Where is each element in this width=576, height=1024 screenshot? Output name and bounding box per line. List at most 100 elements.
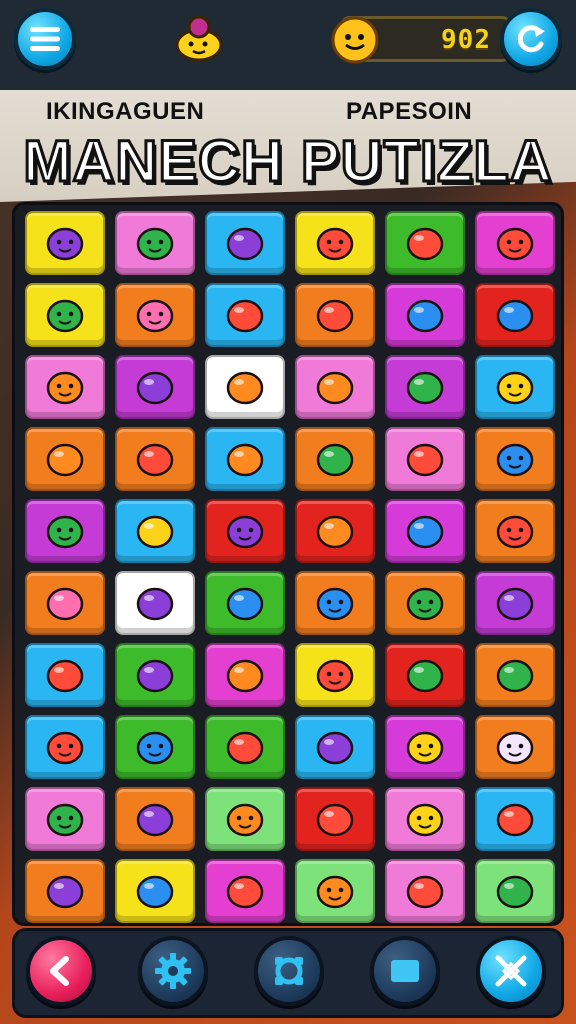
top-bar: 902: [0, 0, 576, 82]
tile-r2-c2[interactable]: [115, 283, 195, 347]
teal-monster-face-icon: [46, 515, 84, 549]
tile-r2-c3[interactable]: [205, 283, 285, 347]
red-berry-icon: [316, 803, 354, 837]
tile-r5-c6[interactable]: [475, 499, 555, 563]
tile-r4-c4[interactable]: [295, 427, 375, 491]
tile-r1-c5[interactable]: [385, 211, 465, 275]
green-pear-icon: [496, 875, 534, 909]
tile-r8-c5[interactable]: [385, 715, 465, 779]
tile-r4-c1[interactable]: [25, 427, 105, 491]
game-title: MANECH PUTIZLA: [22, 128, 554, 196]
settings-button[interactable]: [138, 936, 208, 1006]
orange-fruit-icon: [316, 515, 354, 549]
green-hat-cat-icon: [46, 299, 84, 333]
tile-r4-c6[interactable]: [475, 427, 555, 491]
tile-r2-c1[interactable]: [25, 283, 105, 347]
tile-r1-c1[interactable]: [25, 211, 105, 275]
tile-r6-c5[interactable]: [385, 571, 465, 635]
tile-r5-c2[interactable]: [115, 499, 195, 563]
green-leaf-icon: [406, 371, 444, 405]
tile-r1-c2[interactable]: [115, 211, 195, 275]
back-arrow-icon: [50, 956, 69, 986]
purple-blob-face-icon: [46, 227, 84, 261]
swap-button[interactable]: [254, 936, 324, 1006]
white-star-face-icon: [496, 731, 534, 765]
bandana-cat-icon: [496, 227, 534, 261]
stop-button[interactable]: [370, 936, 440, 1006]
tile-r9-c6[interactable]: [475, 787, 555, 851]
menu-button[interactable]: [14, 8, 76, 70]
tile-r8-c1[interactable]: [25, 715, 105, 779]
tile-r3-c3[interactable]: [205, 355, 285, 419]
yellow-chick-face-icon: [496, 371, 534, 405]
tile-r5-c3[interactable]: [205, 499, 285, 563]
pizza-slice-icon: [406, 443, 444, 477]
tile-r6-c6[interactable]: [475, 571, 555, 635]
tile-r5-c4[interactable]: [295, 499, 375, 563]
tile-r6-c1[interactable]: [25, 571, 105, 635]
swap-ring-icon: [275, 957, 303, 985]
tile-r9-c2[interactable]: [115, 787, 195, 851]
tile-r6-c3[interactable]: [205, 571, 285, 635]
tile-r8-c4[interactable]: [295, 715, 375, 779]
smiley-coin-icon: [328, 12, 384, 68]
tile-r10-c4[interactable]: [295, 859, 375, 923]
tile-r8-c3[interactable]: [205, 715, 285, 779]
tile-r6-c2[interactable]: [115, 571, 195, 635]
tile-r3-c2[interactable]: [115, 355, 195, 419]
tile-r9-c4[interactable]: [295, 787, 375, 851]
tile-r2-c6[interactable]: [475, 283, 555, 347]
orange-smile-face-icon: [46, 371, 84, 405]
tile-r7-c1[interactable]: [25, 643, 105, 707]
tile-r10-c3[interactable]: [205, 859, 285, 923]
red-ball-face-icon: [316, 227, 354, 261]
tile-r8-c6[interactable]: [475, 715, 555, 779]
blue-bubble-icon: [226, 587, 264, 621]
red-fruit-icon: [46, 659, 84, 693]
hamburger-menu-icon: [30, 27, 60, 51]
purple-tag-icon: [496, 587, 534, 621]
treasure-box-icon: [226, 299, 264, 333]
tile-r9-c5[interactable]: [385, 787, 465, 851]
tile-r10-c6[interactable]: [475, 859, 555, 923]
spiky-sun-face-icon: [496, 515, 534, 549]
tile-r10-c1[interactable]: [25, 859, 105, 923]
tile-r2-c5[interactable]: [385, 283, 465, 347]
tile-r7-c2[interactable]: [115, 643, 195, 707]
tile-r6-c4[interactable]: [295, 571, 375, 635]
tile-r10-c5[interactable]: [385, 859, 465, 923]
refresh-icon: [517, 25, 545, 53]
tile-r3-c1[interactable]: [25, 355, 105, 419]
tile-r10-c2[interactable]: [115, 859, 195, 923]
tile-r9-c3[interactable]: [205, 787, 285, 851]
tile-r7-c4[interactable]: [295, 643, 375, 707]
tile-r2-c4[interactable]: [295, 283, 375, 347]
tile-r4-c3[interactable]: [205, 427, 285, 491]
tile-r3-c5[interactable]: [385, 355, 465, 419]
red-ball-icon: [226, 731, 264, 765]
tile-r5-c5[interactable]: [385, 499, 465, 563]
purple-eggplant-icon: [226, 227, 264, 261]
red-cat-face-icon: [46, 731, 84, 765]
back-button[interactable]: [26, 936, 96, 1006]
shuffle-button[interactable]: [476, 936, 546, 1006]
tile-r7-c5[interactable]: [385, 643, 465, 707]
tile-r3-c4[interactable]: [295, 355, 375, 419]
tile-r9-c1[interactable]: [25, 787, 105, 851]
tile-r3-c6[interactable]: [475, 355, 555, 419]
tile-r1-c6[interactable]: [475, 211, 555, 275]
tile-r4-c2[interactable]: [115, 427, 195, 491]
tile-r1-c4[interactable]: [295, 211, 375, 275]
pink-fish-face-icon: [136, 299, 174, 333]
tile-r4-c5[interactable]: [385, 427, 465, 491]
green-apple-icon: [316, 443, 354, 477]
tile-r8-c2[interactable]: [115, 715, 195, 779]
tile-r7-c3[interactable]: [205, 643, 285, 707]
red-flower-icon: [136, 443, 174, 477]
purple-mushroom-icon: [316, 731, 354, 765]
tile-r1-c3[interactable]: [205, 211, 285, 275]
refresh-button[interactable]: [500, 8, 562, 70]
tile-r7-c6[interactable]: [475, 643, 555, 707]
score-value: 902: [441, 25, 491, 55]
tile-r5-c1[interactable]: [25, 499, 105, 563]
